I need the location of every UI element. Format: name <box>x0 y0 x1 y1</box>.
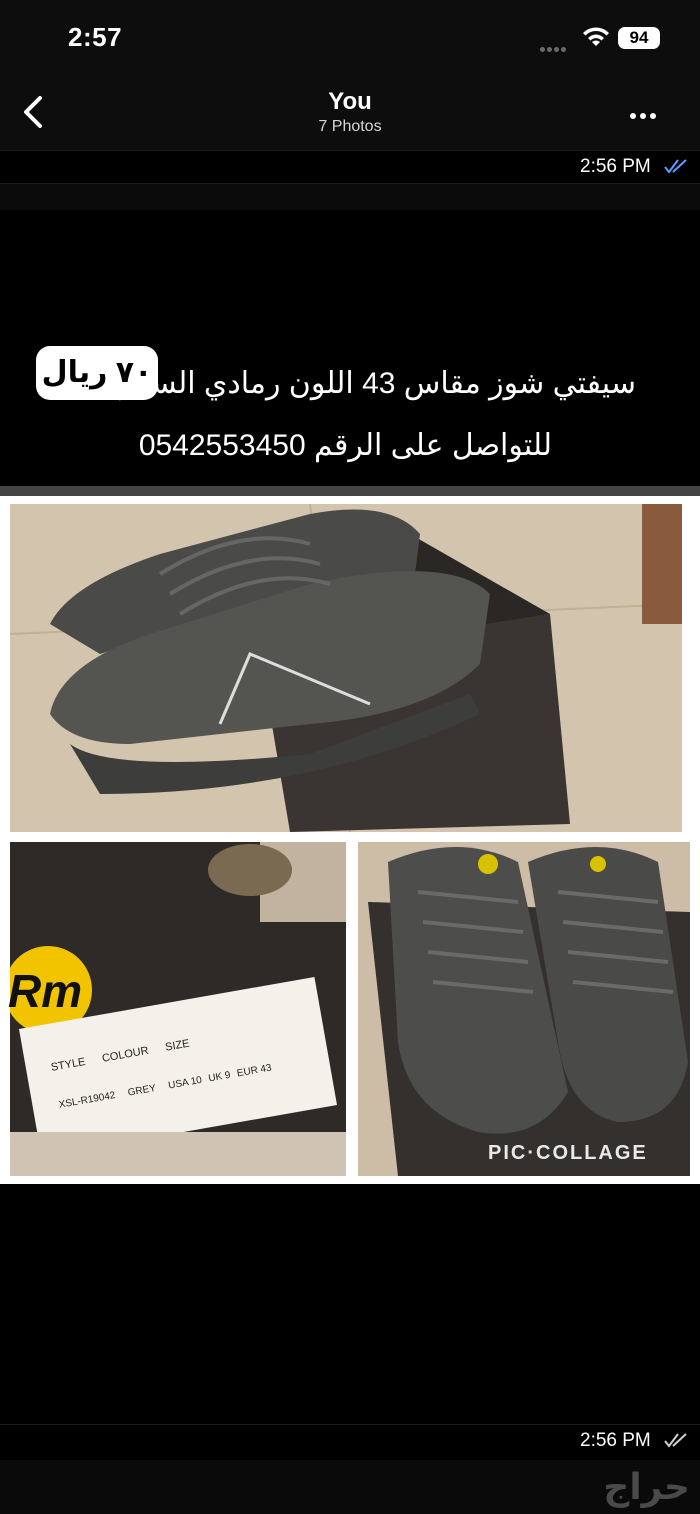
haraj-logo: حراج <box>603 1466 690 1507</box>
read-ticks-icon <box>664 159 687 174</box>
chat-subtitle: 7 Photos <box>318 118 382 135</box>
message-time: 2:56 PM <box>580 1430 651 1451</box>
wifi-icon <box>583 27 609 46</box>
message-time: 2:56 PM <box>580 156 651 177</box>
divider-band <box>0 184 700 210</box>
signal-icon <box>540 39 574 52</box>
read-ticks-icon <box>664 1433 687 1448</box>
box-brand-logo: Rm <box>8 965 83 1017</box>
shoes-top-view-image <box>358 842 690 1176</box>
caption-line-2: للتواصل على الرقم 0542553450 <box>138 429 552 462</box>
battery-icon: 94 <box>618 27 660 49</box>
shoes-on-box-image <box>10 504 682 832</box>
collage-watermark: PIC·COLLAGE <box>488 1142 648 1164</box>
status-time: 2:57 <box>68 22 123 52</box>
chat-title: You <box>328 88 372 115</box>
price-badge: ٧٠ ريال <box>36 346 158 400</box>
photo-separator <box>0 486 700 496</box>
more-dots-icon[interactable] <box>630 106 662 119</box>
